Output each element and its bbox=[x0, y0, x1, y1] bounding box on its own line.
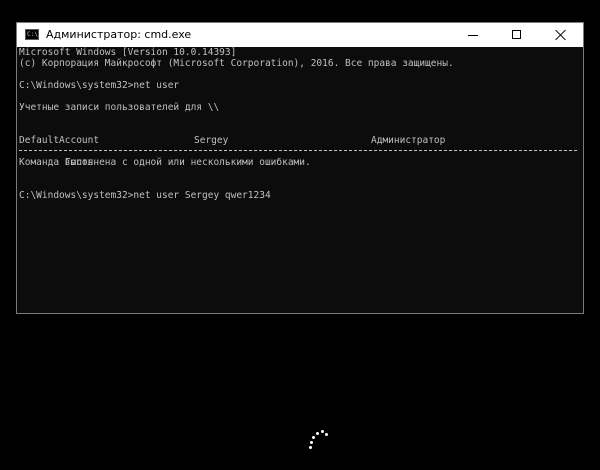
spinner-dot bbox=[309, 446, 312, 449]
title-bar[interactable]: C:\ Администратор: cmd.exe bbox=[17, 23, 583, 47]
console-line-accounts-header: Учетные записи пользователей для \\ bbox=[19, 102, 220, 113]
accounts-row: DefaultAccount Sergey Администратор bbox=[19, 135, 577, 146]
minimize-button[interactable] bbox=[451, 23, 495, 47]
cmd-icon[interactable]: C:\ bbox=[25, 29, 39, 40]
spinner-dot bbox=[325, 433, 328, 436]
account-name: Администратор bbox=[371, 135, 446, 146]
desktop-screen: C:\ Администратор: cmd.exe Microsoft Win… bbox=[0, 0, 600, 470]
window-title: Администратор: cmd.exe bbox=[46, 28, 192, 41]
spinner-dot bbox=[312, 436, 315, 439]
minimize-icon bbox=[468, 35, 478, 36]
cmd-window[interactable]: C:\ Администратор: cmd.exe Microsoft Win… bbox=[16, 22, 584, 314]
spinner-dot bbox=[310, 441, 313, 444]
close-button[interactable] bbox=[539, 23, 583, 47]
spinner-dot bbox=[321, 430, 324, 433]
console-line-copyright: (c) Корпорация Майкрософт (Microsoft Cor… bbox=[19, 58, 454, 69]
close-icon bbox=[555, 29, 567, 41]
console-line-command-net-user-password: C:\Windows\system32>net user Sergey qwer… bbox=[19, 190, 271, 201]
accounts-row: Гость bbox=[19, 146, 94, 168]
console-output[interactable]: Microsoft Windows [Version 10.0.14393] (… bbox=[19, 47, 579, 311]
spinner-dot bbox=[316, 432, 319, 435]
loading-spinner-icon bbox=[302, 424, 334, 456]
console-line-result: Команда выполнена с одной или нескольким… bbox=[19, 157, 311, 168]
console-line-command-net-user: C:\Windows\system32>net user bbox=[19, 80, 180, 91]
maximize-button[interactable] bbox=[495, 23, 539, 47]
account-name: Sergey bbox=[194, 135, 229, 146]
console-line-version: Microsoft Windows [Version 10.0.14393] bbox=[19, 47, 237, 58]
maximize-icon bbox=[512, 30, 521, 39]
cmd-icon-prompt: C:\ bbox=[27, 31, 38, 38]
account-name: DefaultAccount bbox=[19, 135, 100, 146]
console-separator bbox=[19, 150, 577, 151]
console-scrollbar[interactable] bbox=[579, 47, 583, 311]
